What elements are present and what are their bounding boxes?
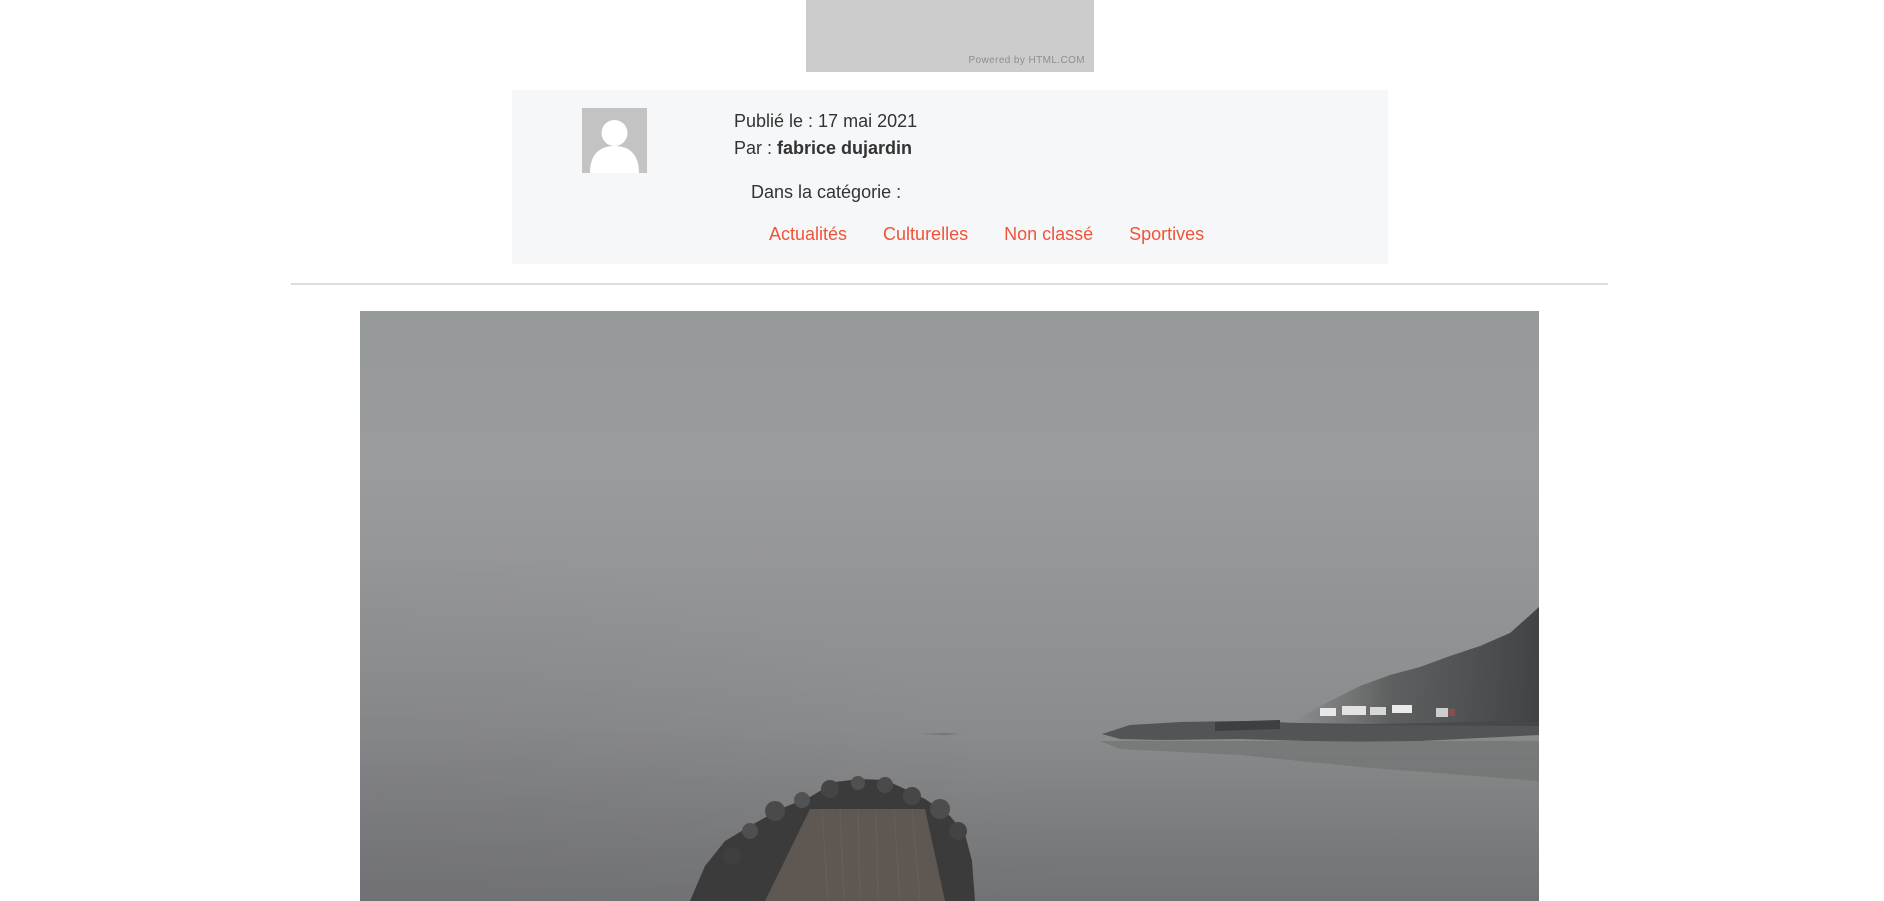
category-list: Actualités Culturelles Non classé Sporti… — [769, 223, 1240, 245]
category-label: Dans la catégorie : — [751, 182, 902, 202]
author-name[interactable]: fabrice dujardin — [777, 138, 912, 158]
user-silhouette-icon — [582, 108, 647, 173]
category-link-actualites[interactable]: Actualités — [769, 223, 847, 245]
post-meta-box: Publié le : 17 mai 2021 Par : fabrice du… — [512, 90, 1388, 264]
author-prefix: Par : — [734, 138, 778, 158]
page: Powered by HTML.COM Publié le : 17 mai 2… — [0, 0, 1884, 901]
category-link-sportives[interactable]: Sportives — [1129, 223, 1204, 245]
author-line: Par : fabrice dujardin — [734, 137, 912, 159]
featured-image — [360, 311, 1539, 901]
ad-banner[interactable]: Powered by HTML.COM — [806, 0, 1094, 72]
divider — [291, 283, 1608, 285]
published-date: Publié le : 17 mai 2021 — [734, 111, 918, 131]
category-link-culturelles[interactable]: Culturelles — [883, 223, 968, 245]
ad-credit[interactable]: Powered by HTML.COM — [968, 55, 1085, 66]
author-avatar — [582, 108, 647, 173]
category-link-non-classe[interactable]: Non classé — [1004, 223, 1093, 245]
